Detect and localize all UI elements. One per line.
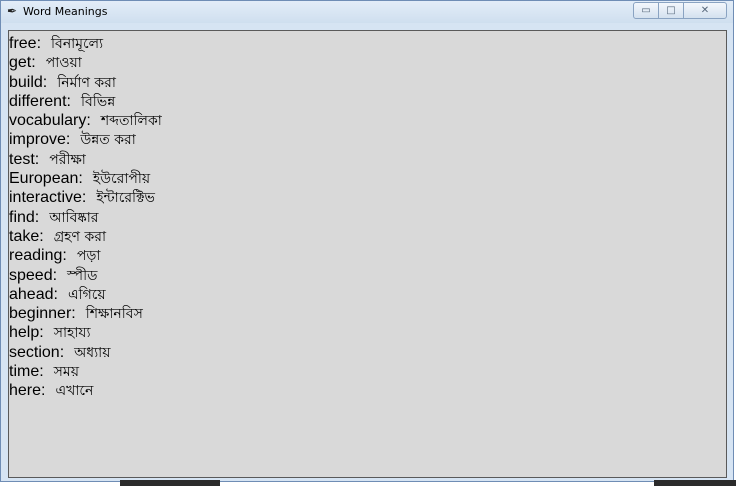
- english-word: interactive:: [9, 189, 87, 207]
- bengali-meaning: বিভিন্ন: [80, 93, 116, 110]
- english-word: section:: [9, 343, 65, 361]
- feather-icon[interactable]: ✒: [7, 4, 21, 19]
- background-strip: [120, 480, 220, 486]
- english-word: find:: [9, 208, 40, 226]
- list-item: vocabulary: শব্দতালিকা: [9, 111, 162, 130]
- bengali-meaning: নির্মাণ করা: [57, 74, 116, 91]
- list-item: get: পাওয়া: [9, 53, 162, 72]
- list-item: ahead: এগিয়ে: [9, 285, 162, 304]
- bengali-meaning: গ্রহণ করা: [53, 228, 106, 245]
- list-item: take: গ্রহণ করা: [9, 227, 162, 246]
- list-item: improve: উন্নত করা: [9, 130, 162, 149]
- bengali-meaning: ইন্টারেক্টিভ: [96, 190, 155, 207]
- window-controls: ▭ □ ✕: [633, 2, 727, 20]
- english-word: speed:: [9, 266, 58, 284]
- list-item: interactive: ইন্টারেক্টিভ: [9, 188, 162, 207]
- bengali-meaning: আবিষ্কার: [49, 209, 99, 226]
- list-item: reading: পড়া: [9, 246, 162, 265]
- window-title: Word Meanings: [23, 5, 108, 18]
- bengali-meaning: অধ্যায়: [74, 344, 111, 361]
- list-item: speed: স্পীড: [9, 266, 162, 285]
- english-word: test:: [9, 150, 40, 168]
- text-area[interactable]: free: বিনামূল্যে get: পাওয়া build: নির্মাণ ক…: [8, 30, 727, 478]
- english-word: free:: [9, 35, 42, 52]
- english-word: beginner:: [9, 305, 76, 323]
- english-word: help:: [9, 324, 44, 342]
- minimize-icon: ▭: [641, 5, 651, 16]
- english-word: here:: [9, 382, 46, 400]
- bengali-meaning: শিক্ষানবিস: [85, 306, 143, 323]
- list-item: free: বিনামূল্যে: [9, 34, 162, 53]
- maximize-icon: □: [666, 5, 676, 16]
- bengali-meaning: স্পীড: [67, 267, 98, 284]
- list-item: European: ইউরোপীয়: [9, 169, 162, 188]
- english-word: vocabulary:: [9, 112, 91, 130]
- english-word: build:: [9, 73, 48, 91]
- bengali-meaning: বিনামূল্যে: [51, 36, 104, 52]
- english-word: time:: [9, 363, 44, 381]
- list-item: test: পরীক্ষা: [9, 150, 162, 169]
- english-word: get:: [9, 54, 36, 72]
- close-button[interactable]: ✕: [683, 2, 727, 19]
- list-item: section: অধ্যায়: [9, 343, 162, 362]
- bengali-meaning: উন্নত করা: [80, 132, 136, 149]
- bengali-meaning: এখানে: [55, 383, 94, 400]
- bengali-meaning: শব্দতালিকা: [100, 113, 162, 130]
- english-word: European:: [9, 170, 83, 188]
- app-window: ✒ Word Meanings ▭ □ ✕ free: বিনামূল্যে get…: [0, 0, 734, 482]
- list-item: find: আবিষ্কার: [9, 208, 162, 227]
- minimize-button[interactable]: ▭: [633, 2, 659, 19]
- english-word: different:: [9, 92, 71, 110]
- list-item: time: সময়: [9, 362, 162, 381]
- list-item: beginner: শিক্ষানবিস: [9, 304, 162, 323]
- bengali-meaning: পড়া: [76, 248, 101, 265]
- word-meaning-list: free: বিনামূল্যে get: পাওয়া build: নির্মাণ ক…: [9, 34, 162, 401]
- english-word: improve:: [9, 131, 71, 149]
- list-item: here: এখানে: [9, 381, 162, 400]
- bengali-meaning: পরীক্ষা: [49, 151, 86, 168]
- bengali-meaning: এগিয়ে: [67, 286, 106, 303]
- bengali-meaning: সাহায্য: [53, 325, 91, 342]
- english-word: reading:: [9, 247, 67, 265]
- list-item: different: বিভিন্ন: [9, 92, 162, 111]
- bengali-meaning: ইউরোপীয়: [92, 171, 151, 188]
- bengali-meaning: পাওয়া: [45, 55, 82, 72]
- list-item: build: নির্মাণ করা: [9, 73, 162, 92]
- english-word: ahead:: [9, 285, 58, 303]
- background-strip: [654, 480, 736, 486]
- english-word: take:: [9, 227, 44, 245]
- maximize-button[interactable]: □: [658, 2, 684, 19]
- close-icon: ✕: [700, 5, 710, 16]
- title-bar[interactable]: ✒ Word Meanings ▭ □ ✕: [1, 1, 733, 23]
- list-item: help: সাহায্য: [9, 323, 162, 342]
- bengali-meaning: সময়: [53, 364, 79, 381]
